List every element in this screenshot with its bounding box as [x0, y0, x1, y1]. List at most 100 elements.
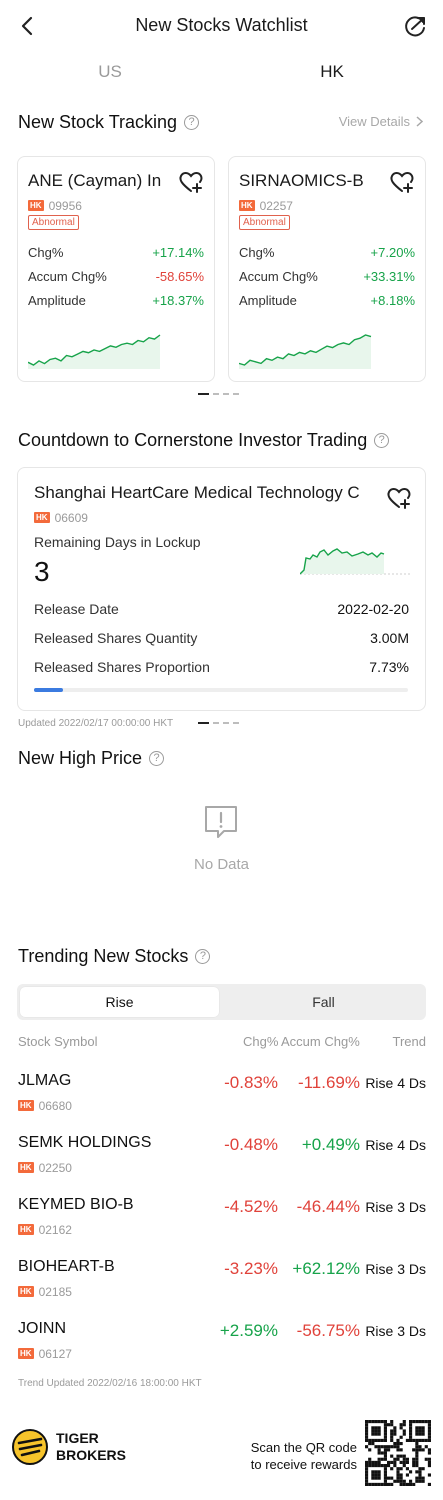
- table-row[interactable]: JLMAG HK 06680 -0.83% -11.69% Rise 4 Ds: [0, 1072, 443, 1120]
- metric-value: +8.18%: [370, 293, 415, 308]
- table-row[interactable]: JOINN HK 06127 +2.59% -56.75% Rise 3 Ds: [0, 1320, 443, 1368]
- qr-module: [390, 1420, 394, 1424]
- qr-module: [402, 1464, 406, 1468]
- qr-module: [383, 1457, 387, 1461]
- qr-module: [405, 1438, 409, 1442]
- qr-module: [387, 1445, 391, 1449]
- tab-fall[interactable]: Fall: [224, 987, 423, 1017]
- qr-module: [427, 1429, 431, 1433]
- stock-code: 06127: [38, 1346, 72, 1361]
- brand-line: BROKERS: [56, 1447, 127, 1463]
- add-favorite-icon[interactable]: [386, 486, 412, 510]
- chg-value: -0.83%: [224, 1073, 278, 1092]
- qr-module: [377, 1438, 381, 1442]
- qr-module: [365, 1467, 369, 1471]
- help-icon[interactable]: ?: [184, 115, 200, 130]
- section-title-text: Trending New Stocks: [18, 946, 189, 966]
- qr-module: [396, 1476, 400, 1480]
- column-header-accum-chg[interactable]: Accum Chg%: [281, 1034, 360, 1049]
- qr-module: [387, 1464, 391, 1468]
- trend-value: Rise 4 Ds: [365, 1137, 426, 1153]
- view-details-link[interactable]: View Details: [339, 114, 423, 129]
- qr-module: [418, 1467, 422, 1471]
- qr-module: [390, 1432, 394, 1436]
- section-title-new-stock-tracking: New Stock Tracking ?: [18, 112, 200, 133]
- qr-module: [365, 1482, 369, 1486]
- qr-module: [374, 1464, 378, 1468]
- qr-module: [377, 1420, 381, 1424]
- qr-module: [390, 1467, 394, 1471]
- qr-module: [383, 1448, 387, 1452]
- qr-module: [415, 1460, 419, 1464]
- footer-banner: TIGER BROKERS Scan the QR code to receiv…: [0, 1410, 443, 1500]
- qr-module: [387, 1476, 391, 1480]
- qr-module: [393, 1479, 397, 1483]
- tab-us[interactable]: US: [60, 62, 160, 82]
- qr-module: [418, 1479, 422, 1483]
- tab-rise[interactable]: Rise: [20, 987, 219, 1017]
- qr-module: [374, 1482, 378, 1486]
- tracking-card[interactable]: SIRNAOMICS-B HK 02257 Abnormal Chg% +7.20%…: [228, 156, 426, 382]
- market-badge: HK: [18, 1224, 34, 1236]
- stock-code-line: HK 06680: [18, 1097, 72, 1115]
- qr-module: [377, 1429, 381, 1433]
- qr-module: [421, 1448, 425, 1452]
- market-badge: HK: [18, 1162, 34, 1174]
- carousel-dot: [223, 722, 229, 724]
- qr-module: [396, 1473, 400, 1477]
- price-mini-chart: [300, 548, 410, 575]
- qr-module: [380, 1464, 384, 1468]
- qr-module: [415, 1429, 419, 1433]
- accum-chg-value: +62.12%: [292, 1259, 360, 1278]
- add-favorite-icon[interactable]: [389, 170, 415, 194]
- qr-module: [371, 1470, 375, 1474]
- column-header-symbol[interactable]: Stock Symbol: [18, 1034, 97, 1049]
- tab-hk[interactable]: HK: [282, 62, 382, 82]
- qr-module: [374, 1473, 378, 1477]
- qr-module: [399, 1454, 403, 1458]
- progress-fill: [34, 688, 63, 692]
- table-row[interactable]: BIOHEART-B HK 02185 -3.23% +62.12% Rise 3…: [0, 1258, 443, 1306]
- table-row[interactable]: KEYMED BIO-B HK 02162 -4.52% -46.44% Rise…: [0, 1196, 443, 1244]
- qr-module: [399, 1442, 403, 1446]
- qr-module: [374, 1460, 378, 1464]
- help-icon[interactable]: ?: [374, 433, 390, 448]
- carousel-dot: [213, 722, 219, 724]
- market-badge: HK: [18, 1286, 34, 1298]
- help-icon[interactable]: ?: [195, 949, 211, 964]
- share-icon[interactable]: [403, 13, 429, 39]
- metric-value: +17.14%: [152, 245, 204, 260]
- qr-module: [409, 1426, 413, 1430]
- column-header-trend[interactable]: Trend: [393, 1034, 426, 1049]
- stock-code: 02250: [38, 1160, 72, 1175]
- qr-module: [409, 1438, 413, 1442]
- qr-module: [421, 1426, 425, 1430]
- qr-module: [368, 1482, 372, 1486]
- qr-module: [409, 1479, 413, 1483]
- qr-code[interactable]: [365, 1420, 431, 1486]
- qr-module: [399, 1479, 403, 1483]
- stock-code-line: HK 02257: [239, 197, 293, 215]
- table-row[interactable]: SEMK HOLDINGS HK 02250 -0.48% +0.49% Rise…: [0, 1134, 443, 1182]
- qr-module: [383, 1429, 387, 1433]
- qr-module: [412, 1460, 416, 1464]
- qr-module: [409, 1435, 413, 1439]
- qr-module: [371, 1476, 375, 1480]
- qr-module: [415, 1476, 419, 1480]
- cornerstone-card[interactable]: Shanghai HeartCare Medical Technology C …: [17, 467, 426, 711]
- qr-module: [383, 1435, 387, 1439]
- sparkline-chart: [28, 334, 161, 369]
- qr-module: [383, 1423, 387, 1427]
- trend-value: Rise 3 Ds: [365, 1323, 426, 1339]
- add-favorite-icon[interactable]: [178, 170, 204, 194]
- column-header-chg[interactable]: Chg%: [243, 1034, 278, 1049]
- qr-module: [383, 1420, 387, 1424]
- tracking-card[interactable]: ANE (Cayman) In HK 09956 Abnormal Chg% +17…: [17, 156, 215, 382]
- help-icon[interactable]: ?: [149, 751, 165, 766]
- qr-module: [393, 1432, 397, 1436]
- carousel-indicator: [198, 722, 239, 724]
- qr-module: [418, 1438, 422, 1442]
- qr-module: [415, 1479, 419, 1483]
- section-title-text: Countdown to Cornerstone Investor Tradin…: [18, 430, 368, 450]
- stock-code: 02185: [38, 1284, 72, 1299]
